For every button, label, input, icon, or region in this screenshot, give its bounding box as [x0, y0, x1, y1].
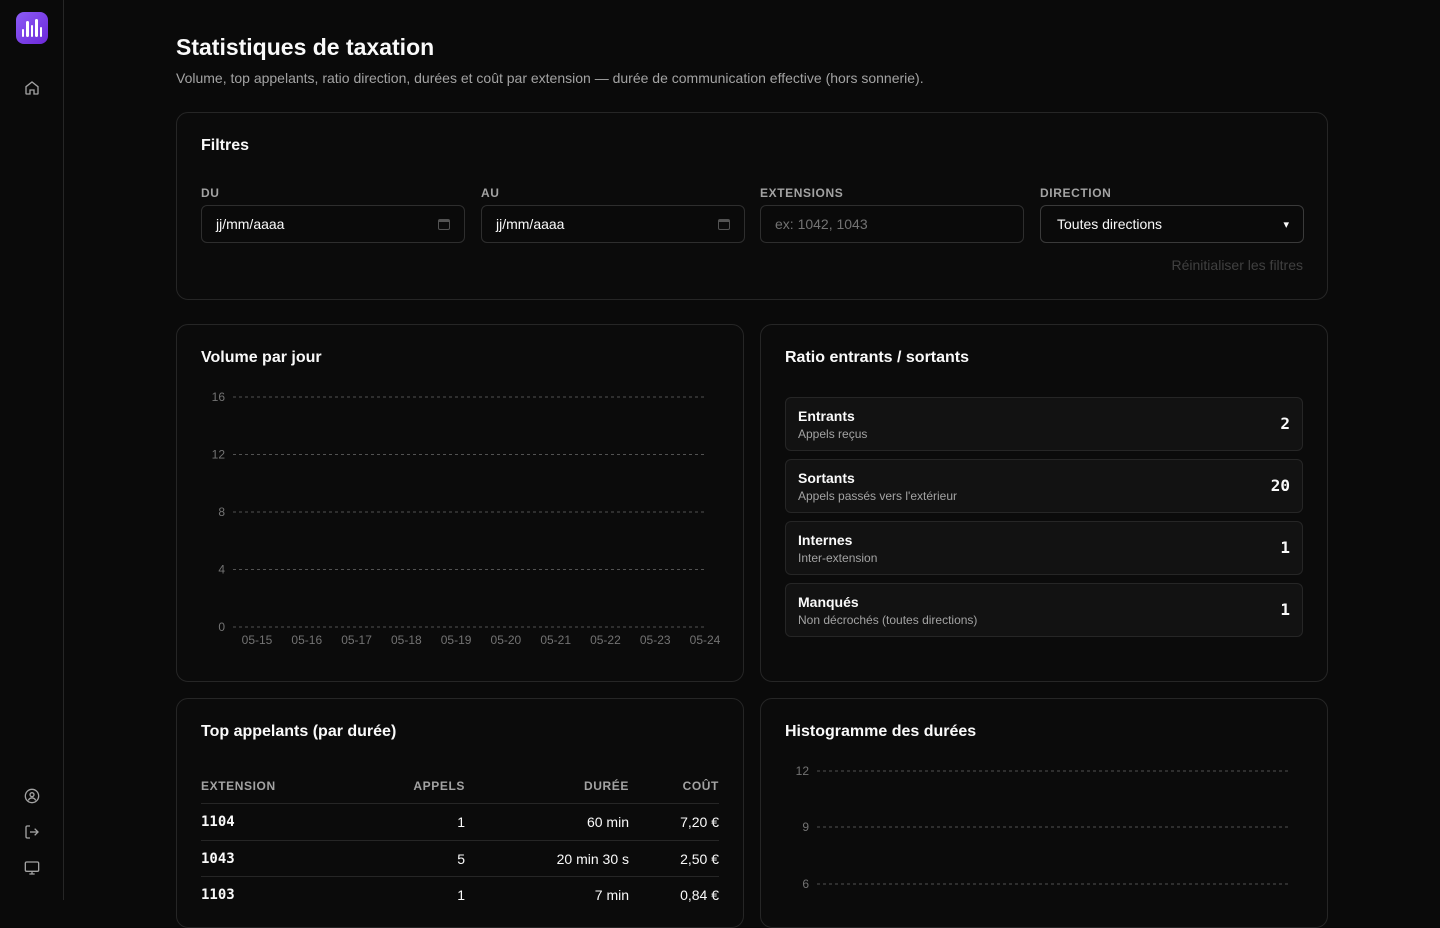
ratio-title: Ratio entrants / sortants — [785, 349, 970, 366]
ratio-desc: Inter-extension — [798, 551, 878, 565]
col-duree[interactable]: DURÉE — [584, 779, 629, 793]
cell-extension: 1104 — [201, 814, 235, 830]
direction-selected: Toutes directions — [1057, 216, 1163, 232]
filters-card: Filtres DU jj/mm/aaaa AU jj/mm/aaaa EXTE… — [176, 112, 1328, 300]
col-cout[interactable]: COÛT — [683, 779, 719, 793]
y-tick-label: 16 — [212, 390, 226, 404]
ratio-row-manques: Manqués Non décrochés (toutes directions… — [785, 583, 1303, 637]
x-tick-label: 05-16 — [291, 633, 322, 647]
x-tick-label: 05-21 — [540, 633, 571, 647]
ratio-desc: Appels passés vers l'extérieur — [798, 489, 958, 503]
x-tick-label: 05-15 — [242, 633, 273, 647]
y-tick-label: 8 — [218, 505, 225, 519]
ratio-desc: Non décrochés (toutes directions) — [798, 613, 978, 627]
cell-cout: 7,20 € — [680, 814, 719, 830]
au-label: AU — [481, 186, 500, 200]
y-tick-label: 9 — [802, 820, 809, 834]
ratio-value: 1 — [1280, 538, 1290, 557]
y-tick-label: 12 — [212, 448, 226, 462]
ratio-name: Manqués — [798, 594, 859, 610]
x-tick-label: 05-22 — [590, 633, 621, 647]
table-row[interactable]: 1043 5 20 min 30 s 2,50 € — [201, 840, 719, 877]
x-tick-label: 05-20 — [491, 633, 522, 647]
user-circle-icon[interactable] — [22, 786, 42, 806]
y-tick-label: 4 — [218, 563, 225, 577]
cell-duree: 20 min 30 s — [556, 851, 629, 867]
ratio-name: Internes — [798, 532, 853, 548]
sidebar — [0, 0, 64, 900]
ratio-row-entrants: Entrants Appels reçus 2 — [785, 397, 1303, 451]
cell-duree: 7 min — [594, 887, 629, 903]
cell-cout: 2,50 € — [680, 851, 719, 867]
chevron-down-icon: ▾ — [1283, 218, 1289, 231]
direction-label: DIRECTION — [1040, 186, 1112, 200]
ratio-row-sortants: Sortants Appels passés vers l'extérieur … — [785, 459, 1303, 513]
x-tick-label: 05-23 — [640, 633, 671, 647]
calendar-icon[interactable] — [438, 218, 450, 230]
y-tick-label: 12 — [796, 764, 810, 778]
extensions-placeholder: ex: 1042, 1043 — [775, 216, 868, 232]
x-tick-label: 05-19 — [441, 633, 472, 647]
page-subtitle: Volume, top appelants, ratio direction, … — [176, 70, 924, 86]
filters-title: Filtres — [201, 137, 250, 154]
extensions-label: EXTENSIONS — [760, 186, 844, 200]
table-row[interactable]: 1103 1 7 min 0,84 € — [201, 876, 719, 913]
ratio-card: Ratio entrants / sortants Entrants Appel… — [760, 324, 1328, 682]
col-extension[interactable]: EXTENSION — [201, 779, 276, 793]
volume-card: Volume par jour 0 4 8 12 16 05-15 05-16 05-17 05… — [176, 324, 744, 682]
ratio-value: 20 — [1270, 476, 1290, 495]
du-date-input[interactable]: jj/mm/aaaa — [201, 205, 465, 243]
cell-appels: 5 — [457, 851, 465, 867]
table-row[interactable]: 1104 1 60 min 7,20 € — [201, 803, 719, 840]
logo-icon[interactable] — [16, 12, 48, 44]
du-date-value: jj/mm/aaaa — [216, 216, 285, 232]
monitor-icon[interactable] — [22, 858, 42, 878]
x-tick-label: 05-18 — [391, 633, 422, 647]
volume-title: Volume par jour — [201, 349, 322, 366]
y-tick-label: 6 — [802, 877, 809, 891]
histogram-chart: 12 9 6 — [796, 764, 1289, 891]
du-label: DU — [201, 186, 220, 200]
au-date-input[interactable]: jj/mm/aaaa — [481, 205, 745, 243]
top-callers-title: Top appelants (par durée) — [201, 723, 397, 740]
reset-filters-button[interactable]: Réinitialiser les filtres — [1172, 257, 1303, 273]
ratio-name: Entrants — [798, 408, 855, 424]
col-appels[interactable]: APPELS — [413, 779, 465, 793]
ratio-desc: Appels reçus — [798, 427, 868, 441]
ratio-value: 1 — [1280, 600, 1290, 619]
extensions-input[interactable]: ex: 1042, 1043 — [760, 205, 1024, 243]
histogram-card: Histogramme des durées 12 9 6 — [760, 698, 1328, 928]
cell-cout: 0,84 € — [680, 887, 719, 903]
top-callers-card: Top appelants (par durée) EXTENSION APPE… — [176, 698, 744, 928]
cell-appels: 1 — [457, 887, 465, 903]
ratio-row-internes: Internes Inter-extension 1 — [785, 521, 1303, 575]
home-icon[interactable] — [22, 78, 42, 98]
cell-extension: 1043 — [201, 851, 235, 867]
x-tick-label: 05-24 — [690, 633, 721, 647]
volume-chart: 0 4 8 12 16 05-15 05-16 05-17 05-18 05-19 05-20 05-… — [212, 390, 721, 647]
page-title: Statistiques de taxation — [176, 34, 435, 60]
x-tick-label: 05-17 — [341, 633, 372, 647]
calendar-icon[interactable] — [718, 218, 730, 230]
cell-duree: 60 min — [586, 814, 629, 830]
cell-appels: 1 — [457, 814, 465, 830]
ratio-value: 2 — [1280, 414, 1290, 433]
cell-extension: 1103 — [201, 887, 235, 903]
ratio-name: Sortants — [798, 470, 855, 486]
au-date-value: jj/mm/aaaa — [496, 216, 565, 232]
y-tick-label: 0 — [218, 620, 225, 634]
histogram-title: Histogramme des durées — [785, 723, 977, 740]
logout-icon[interactable] — [22, 822, 42, 842]
direction-select[interactable]: Toutes directions ▾ — [1040, 205, 1304, 243]
